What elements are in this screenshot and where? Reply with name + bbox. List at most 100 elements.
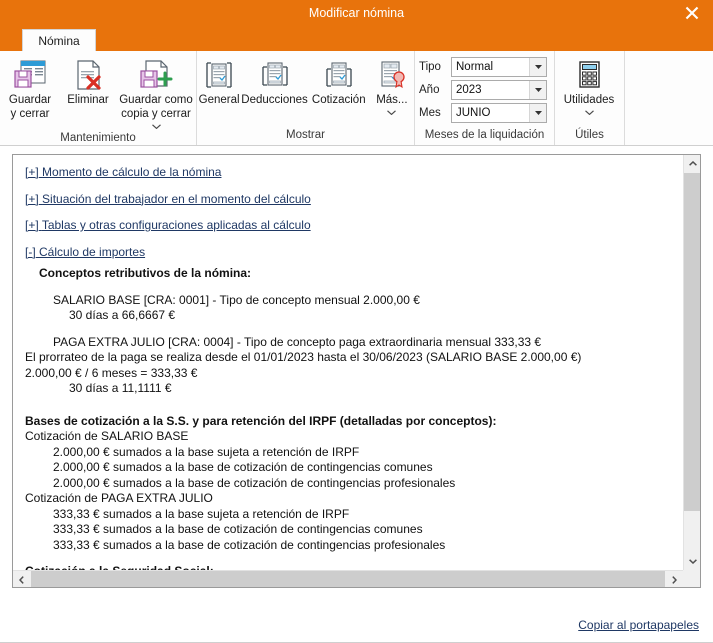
cotizacion-label: Cotización [311, 94, 366, 106]
tipo-row: Tipo Normal [419, 56, 547, 77]
mas-caret[interactable] [387, 108, 397, 118]
salario-base-dias: 30 días a 66,6667 € [69, 308, 176, 322]
cotizacion-salario-base-title: Cotización de SALARIO BASE [25, 429, 189, 443]
close-button[interactable] [671, 0, 713, 26]
deducciones-button[interactable]: Deducciones [241, 55, 308, 108]
utilidades-button[interactable]: Utilidades [555, 55, 623, 118]
general-label: General [198, 94, 240, 106]
section-toggle-situacion-trabajador[interactable]: [+] Situación del trabajador en el momen… [25, 192, 677, 208]
save-and-close-icon [13, 58, 47, 92]
section-toggle-situacion-trabajador-link: [+] Situación del trabajador en el momen… [25, 191, 311, 206]
scroll-up-button[interactable] [684, 155, 700, 172]
ribbon-group-mantenimiento-label: Mantenimiento [60, 132, 136, 144]
vertical-scrollbar[interactable] [683, 155, 700, 570]
vertical-scroll-thumb[interactable] [684, 173, 700, 511]
ribbon-group-mantenimiento: Guardar y cerrar Eliminar Guardar como c… [0, 51, 196, 145]
mes-select[interactable]: JUNIO [451, 102, 547, 123]
calculation-detail-scroll-region: [+] Momento de cálculo de la nómina [+] … [13, 155, 683, 570]
horizontal-scroll-thumb[interactable] [31, 571, 665, 587]
scroll-right-button[interactable] [666, 571, 683, 587]
mas-button[interactable]: Más... [370, 55, 414, 118]
close-icon [685, 6, 699, 20]
title-bar: Modificar nómina [0, 0, 713, 26]
mes-dropdown-arrow[interactable] [529, 103, 546, 122]
guardar-como-copia-caret[interactable] [151, 121, 161, 131]
ano-select[interactable]: 2023 [451, 79, 547, 100]
cotizacion-paga-extra-line-3: 333,33 € sumados a la base de cotización… [53, 537, 446, 552]
tab-strip: Nómina [0, 26, 713, 51]
cotizacion-salario-base-line-1: 2.000,00 € sumados a la base sujeta a re… [53, 444, 360, 459]
prorrateo-descripcion: El prorrateo de la paga se realiza desde… [25, 350, 582, 364]
tipo-value: Normal [456, 60, 494, 73]
ribbon-group-utiles-label: Útiles [575, 129, 604, 141]
cotizacion-paga-extra-title: Cotización de PAGA EXTRA JULIO [25, 491, 213, 505]
guardar-y-cerrar-button[interactable]: Guardar y cerrar [0, 55, 60, 121]
cotizacion-salario-base-line-3: 2.000,00 € sumados a la base de cotizaci… [53, 475, 456, 490]
section-toggle-tablas-configuraciones[interactable]: [+] Tablas y otras configuraciones aplic… [25, 218, 677, 234]
general-button[interactable]: General [197, 55, 241, 108]
eliminar-button[interactable]: Eliminar [60, 55, 116, 108]
heading-conceptos-retributivos: Conceptos retributivos de la nómina: [39, 266, 252, 280]
content-area: [+] Momento de cálculo de la nómina [+] … [0, 146, 713, 613]
cotizacion-paga-extra-line-2: 333,33 € sumados a la base de cotización… [53, 522, 423, 536]
ribbon-group-meses: Tipo Normal Año 2023 Mes JUNIO Meses de … [414, 51, 554, 145]
ribbon-group-utiles: Utilidades Útiles [554, 51, 624, 145]
guardar-y-cerrar-label: Guardar y cerrar [8, 94, 52, 120]
chevron-down-icon [534, 64, 542, 69]
footer: Copiar al portapapeles [0, 613, 713, 643]
deductions-form-icon [259, 58, 291, 92]
ano-row: Año 2023 [419, 79, 547, 100]
delete-document-icon [73, 58, 103, 92]
chevron-up-icon [688, 161, 697, 166]
chevron-down-icon [151, 123, 161, 129]
section-toggle-calculo-importes[interactable]: [-] Cálculo de importes [25, 245, 677, 261]
scroll-left-button[interactable] [13, 571, 30, 587]
concepto-salario-base: SALARIO BASE [CRA: 0001] - Tipo de conce… [53, 292, 420, 307]
chevron-down-icon [387, 110, 397, 115]
guardar-como-copia-button[interactable]: Guardar como copia y cerrar [116, 55, 196, 131]
mes-label: Mes [419, 106, 441, 119]
section-toggle-calculo-importes-link: [-] Cálculo de importes [25, 244, 146, 259]
chevron-down-icon [584, 110, 594, 115]
tipo-dropdown-arrow[interactable] [529, 57, 546, 76]
utilidades-caret[interactable] [584, 108, 594, 118]
tab-nomina[interactable]: Nómina [22, 29, 96, 51]
mes-value: JUNIO [456, 106, 491, 119]
save-as-copy-icon [139, 58, 173, 92]
ano-value: 2023 [456, 83, 482, 96]
heading-bases-cotizacion: Bases de cotización a la S.S. y para ret… [25, 413, 497, 428]
cotizacion-paga-extra-line-1: 333,33 € sumados a la base sujeta a rete… [53, 506, 350, 521]
copiar-al-portapapeles-link[interactable]: Copiar al portapapeles [578, 618, 699, 632]
more-seal-icon [376, 58, 408, 92]
chevron-left-icon [19, 575, 24, 584]
scroll-down-button[interactable] [684, 553, 700, 570]
ano-dropdown-arrow[interactable] [529, 80, 546, 99]
section-toggle-momento-calculo-link: [+] Momento de cálculo de la nómina [25, 165, 222, 179]
chevron-down-icon [688, 559, 697, 564]
ano-label: Año [419, 83, 440, 96]
chevron-right-icon [672, 575, 677, 584]
mes-row: Mes JUNIO [419, 102, 547, 123]
concepto-paga-extra-julio: PAGA EXTRA JULIO [CRA: 0004] - Tipo de c… [53, 334, 542, 349]
calculator-icon [574, 58, 604, 92]
tipo-select[interactable]: Normal [451, 56, 547, 77]
chevron-down-icon [534, 110, 542, 115]
calculation-detail-panel: [+] Momento de cálculo de la nómina [+] … [12, 154, 701, 588]
ribbon-group-mostrar: General Deducciones Cotización Más... Mo… [196, 51, 414, 145]
section-toggle-tablas-configuraciones-link: [+] Tablas y otras configuraciones aplic… [25, 218, 311, 232]
paga-extra-dias: 30 días a 11,1111 € [69, 381, 172, 395]
cotizacion-button[interactable]: Cotización [308, 55, 370, 108]
tipo-label: Tipo [419, 60, 441, 73]
ribbon-group-mostrar-label: Mostrar [286, 129, 325, 141]
horizontal-scrollbar[interactable] [13, 570, 683, 587]
cotizacion-salario-base-line-2: 2.000,00 € sumados a la base de cotizaci… [53, 460, 433, 474]
ribbon-group-meses-label: Meses de la liquidación [424, 129, 545, 141]
window-title: Modificar nómina [308, 6, 405, 20]
ribbon-empty-area [624, 51, 713, 145]
mas-label: Más... [376, 94, 408, 106]
chevron-down-icon [534, 87, 542, 92]
section-toggle-momento-calculo[interactable]: [+] Momento de cálculo de la nómina [25, 165, 677, 181]
calculation-document: [+] Momento de cálculo de la nómina [+] … [25, 165, 677, 570]
utilidades-label: Utilidades [563, 94, 615, 106]
general-form-icon [203, 58, 235, 92]
